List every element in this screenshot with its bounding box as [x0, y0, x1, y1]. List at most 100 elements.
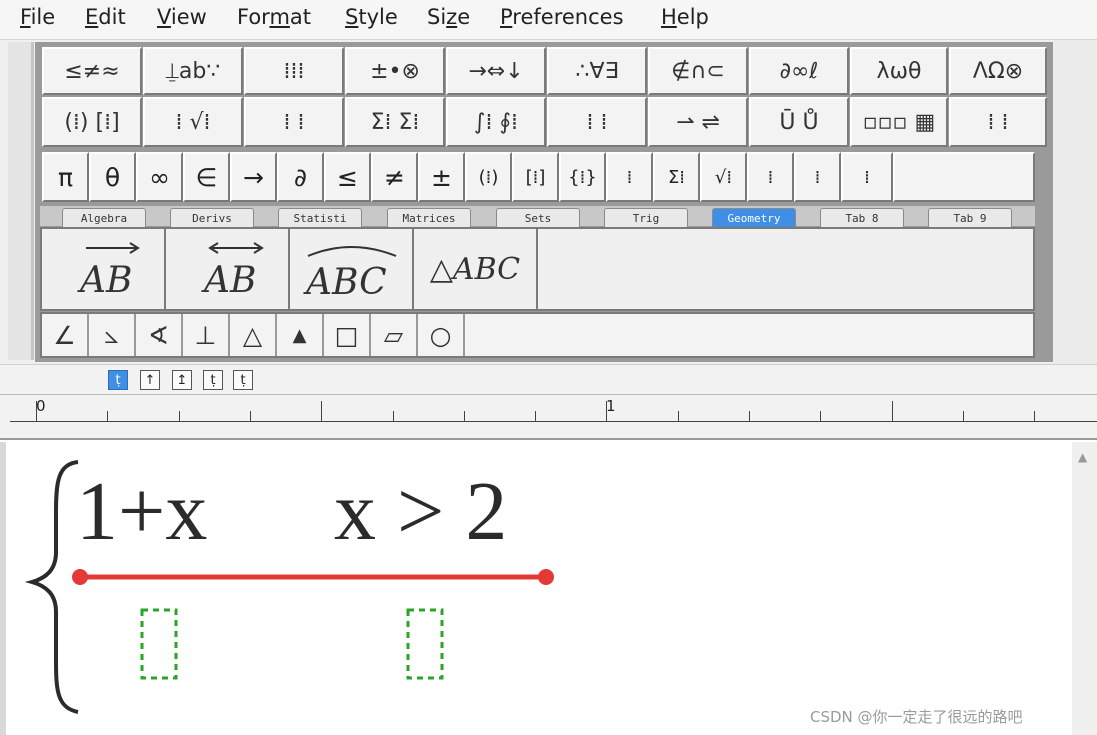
tab-algebra[interactable]: Algebra — [62, 208, 146, 228]
empty-slot-placeholder-2[interactable] — [406, 608, 444, 680]
palette-arrows[interactable]: →⇔↓ — [446, 47, 546, 95]
ruler-tick — [962, 411, 964, 421]
symbol-infinity[interactable]: ∞ — [136, 152, 183, 202]
palette-misc-symbols[interactable]: ∂∞ℓ — [749, 47, 849, 95]
menu-view[interactable]: View — [157, 5, 207, 29]
ruler-tick — [749, 411, 750, 421]
menu-file[interactable]: File — [20, 5, 55, 29]
palette-subscripts[interactable]: ⁞ ⁞ — [244, 97, 344, 147]
vector-ab-right-arrow: AB — [77, 242, 140, 301]
equation-term-2: x > 2 — [334, 465, 508, 558]
tab-statistics[interactable]: Statisti — [278, 208, 362, 228]
tab-9[interactable]: Tab 9 — [928, 208, 1012, 228]
empty-slot-placeholder-1[interactable] — [140, 608, 178, 680]
triangle-icon[interactable]: △ — [230, 314, 277, 356]
left-tab-icon[interactable]: ṭ — [108, 370, 128, 390]
geometry-template-panel: AB AB ABC △ABC — [40, 227, 1035, 311]
template-subscript[interactable]: ⁞ — [794, 152, 841, 202]
perpendicular-icon[interactable]: ⊥ — [183, 314, 230, 356]
ruler-tick — [1034, 411, 1036, 421]
tab-derivs[interactable]: Derivs — [170, 208, 254, 228]
template-triangle[interactable]: △ABC — [414, 229, 538, 309]
tab-geometry[interactable]: Geometry — [712, 208, 796, 228]
toolbar-area: ≤≠≈ ⍊ab∵ ⁞⁞⁞ ±•⊗ →⇔↓ ∴∀∃ ∉∩⊂ ∂∞ℓ λωθ ΛΩ⊗… — [0, 40, 1097, 364]
ruler-tick — [249, 411, 251, 421]
tab-trig[interactable]: Trig — [604, 208, 688, 228]
decimal-tab-icon[interactable]: ṭ — [233, 370, 253, 390]
menu-edit[interactable]: Edit — [85, 5, 126, 29]
palette-greek-upper[interactable]: ΛΩ⊗ — [949, 47, 1047, 95]
palette-logical[interactable]: ∴∀∃ — [547, 47, 647, 95]
symbol-less-equal[interactable]: ≤ — [324, 152, 371, 202]
palette-operators[interactable]: ±•⊗ — [345, 47, 445, 95]
square-icon[interactable]: □ — [324, 314, 371, 356]
palette-fences[interactable]: (⁞) [⁞] — [42, 97, 142, 147]
palette-bars[interactable]: ⁞ ⁞ — [547, 97, 647, 147]
palette-matrices[interactable]: ▫▫▫ ▦ — [850, 97, 948, 147]
palette-labeled-arrows[interactable]: ⇀ ⇌ — [648, 97, 748, 147]
template-summation[interactable]: Σ⁞ — [653, 152, 700, 202]
palette-summation[interactable]: Σ⁞ Σ⁞ — [345, 97, 445, 147]
template-arc[interactable]: ABC — [290, 229, 414, 309]
right-tab-icon[interactable]: ↥ — [172, 370, 192, 390]
symbol-plus-minus[interactable]: ± — [418, 152, 465, 202]
symbol-pi[interactable]: π — [42, 152, 89, 202]
menu-size[interactable]: Size — [427, 5, 470, 29]
template-braces[interactable]: {⁞} — [559, 152, 606, 202]
vertical-scrollbar[interactable]: ▲ — [1072, 442, 1097, 735]
equation-editor-canvas[interactable]: 1+x x > 2 — [0, 442, 1072, 735]
tab-matrices[interactable]: Matrices — [387, 208, 471, 228]
palette-boxes[interactable]: ⁞ ⁞ — [949, 97, 1047, 147]
ruler-tick — [178, 411, 180, 421]
tab-sets[interactable]: Sets — [496, 208, 580, 228]
menu-help[interactable]: Help — [661, 5, 709, 29]
palette-spaces-ellipses[interactable]: ⍊ab∵ — [143, 47, 243, 95]
ruler[interactable]: 0 1 — [0, 394, 1097, 440]
palette-greek-lower[interactable]: λωθ — [850, 47, 948, 95]
palette-relational[interactable]: ≤≠≈ — [42, 47, 142, 95]
symbol-right-arrow[interactable]: → — [230, 152, 277, 202]
symbol-bar-empty — [893, 152, 1035, 202]
symbol-element-of[interactable]: ∈ — [183, 152, 230, 202]
arc-abc: ABC — [303, 246, 397, 303]
vector-ab-double-arrow: AB — [201, 242, 264, 301]
circle-icon[interactable]: ○ — [418, 314, 465, 356]
tab-8[interactable]: Tab 8 — [820, 208, 904, 228]
ruler-tick — [36, 401, 37, 421]
relation-tab-icon[interactable]: ṭ — [203, 370, 223, 390]
template-vector-double-arrow[interactable]: AB — [166, 229, 290, 309]
template-sub-superscript[interactable]: ⁞ — [841, 152, 893, 202]
template-fraction[interactable]: ⁞ — [606, 152, 653, 202]
equation-term-1: 1+x — [76, 465, 208, 558]
toolbar-margin — [1053, 40, 1097, 364]
menu-style[interactable]: Style — [345, 5, 398, 29]
palette-products[interactable]: Ū Ů — [749, 97, 849, 147]
symbol-not-equal[interactable]: ≠ — [371, 152, 418, 202]
menu-preferences[interactable]: Preferences — [500, 5, 624, 29]
palette-set-theory[interactable]: ∉∩⊂ — [648, 47, 748, 95]
palette-embellishments[interactable]: ⁞⁞⁞ — [244, 47, 344, 95]
toolbar-grip[interactable] — [8, 42, 34, 360]
symbol-partial[interactable]: ∂ — [277, 152, 324, 202]
menu-format[interactable]: Format — [237, 5, 311, 29]
template-brackets[interactable]: [⁞] — [512, 152, 559, 202]
template-sqrt[interactable]: √⁞ — [700, 152, 747, 202]
ruler-baseline — [10, 421, 1097, 422]
palette-fractions-radicals[interactable]: ⁞ √⁞ — [143, 97, 243, 147]
left-brace — [24, 460, 79, 714]
filled-triangle-icon[interactable]: ▲ — [277, 314, 324, 356]
geometry-symbol-row: ∠ ⦣ ∢ ⊥ △ ▲ □ ▱ ○ — [40, 312, 1035, 358]
symbol-theta[interactable]: θ — [89, 152, 136, 202]
scroll-up-arrow-icon[interactable]: ▲ — [1078, 450, 1087, 464]
parallelogram-icon[interactable]: ▱ — [371, 314, 418, 356]
ruler-tick — [463, 411, 465, 421]
ruler-tick — [820, 411, 822, 421]
template-superscript[interactable]: ⁞ — [747, 152, 794, 202]
angle-icon[interactable]: ∠ — [42, 314, 89, 356]
template-parentheses[interactable]: (⁞) — [465, 152, 512, 202]
spherical-angle-icon[interactable]: ∢ — [136, 314, 183, 356]
center-tab-icon[interactable]: ↑ — [140, 370, 160, 390]
measured-angle-icon[interactable]: ⦣ — [89, 314, 136, 356]
template-vector-right-arrow[interactable]: AB — [42, 229, 166, 309]
palette-integrals[interactable]: ∫⁞ ∮⁞ — [446, 97, 546, 147]
